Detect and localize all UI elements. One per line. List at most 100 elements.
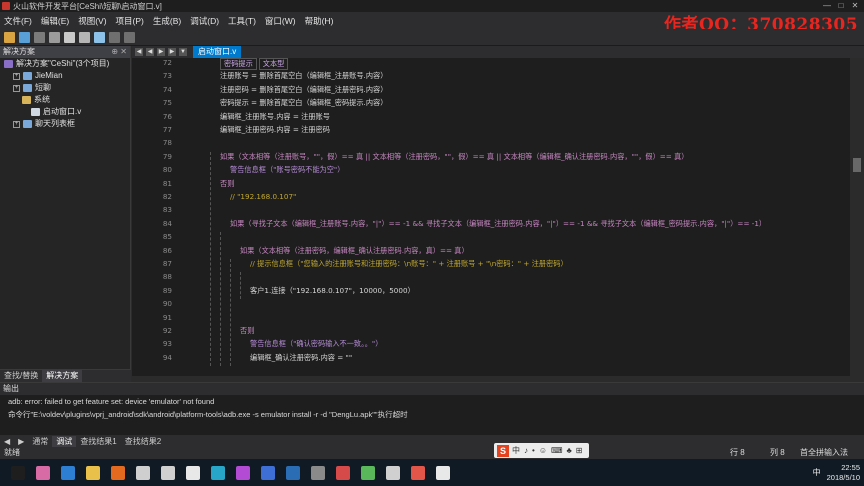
ime-item[interactable]: • xyxy=(532,446,535,455)
code-text: 警告信息框（"账号密码不能为空"） xyxy=(230,165,345,175)
tree-item[interactable]: + 聊天列表框 xyxy=(0,118,130,130)
redo-icon[interactable] xyxy=(124,31,135,43)
nav-last-icon[interactable]: ▶ xyxy=(168,48,176,56)
tree-item[interactable]: 启动窗口.v xyxy=(0,106,130,118)
tab-startup-window[interactable]: 启动窗口.v xyxy=(193,46,242,58)
panel-pin-icon[interactable]: ⊕ ✕ xyxy=(111,46,130,58)
code-line: 81 否则 xyxy=(132,179,850,192)
taskbar-icons xyxy=(0,465,450,480)
menu-window[interactable]: 窗口(W) xyxy=(265,15,296,27)
explorer-icon[interactable] xyxy=(86,465,100,480)
tree-item[interactable]: 解决方案"CeShi"(3个项目) xyxy=(0,58,130,70)
window-icon[interactable] xyxy=(136,465,150,480)
copy-icon[interactable] xyxy=(79,31,90,43)
ime-item[interactable]: ⌨ xyxy=(551,446,563,455)
expand-icon[interactable]: + xyxy=(13,72,20,80)
calculator-icon-2[interactable] xyxy=(186,465,200,480)
line-number: 90 xyxy=(162,299,172,309)
var-table-cell[interactable]: 文本型 xyxy=(258,58,289,70)
tab-find-results-1[interactable]: 查找结果1 xyxy=(76,436,120,447)
tab-find-results-2[interactable]: 查找结果2 xyxy=(121,436,165,447)
var-table-cell[interactable]: 密码提示 xyxy=(220,58,257,70)
menu-file[interactable]: 文件(F) xyxy=(4,15,32,27)
code-line: 91 xyxy=(132,313,850,326)
volcano-icon-2[interactable] xyxy=(411,465,425,480)
menu-view[interactable]: 视图(V) xyxy=(78,15,106,27)
code-editor[interactable]: 72 密码提示 文本型 73 注册账号 = 删除首尾空白（编辑框_注册账号.内容） 74 注… xyxy=(132,58,850,382)
scroll-thumb[interactable] xyxy=(853,158,861,172)
menu-tools[interactable]: 工具(T) xyxy=(228,15,256,27)
nav-prev-icon[interactable]: ◀ xyxy=(0,437,14,446)
tray-language[interactable]: 中 xyxy=(813,467,821,478)
calculator-icon[interactable] xyxy=(161,465,175,480)
qq-icon[interactable] xyxy=(211,465,225,480)
line-number: 72 xyxy=(162,58,172,67)
nav-next-icon[interactable]: ▶ xyxy=(157,48,165,56)
solution-tree: 解决方案"CeShi"(3个项目) + JieMian + 短聊 系统 启动窗口.v + 聊天列… xyxy=(0,58,130,130)
open-icon[interactable] xyxy=(19,31,30,43)
line-number: 83 xyxy=(162,205,172,215)
capture-icon[interactable] xyxy=(386,465,400,480)
tree-item[interactable]: + JieMian xyxy=(0,70,130,82)
line-number: 79 xyxy=(162,151,172,161)
tab-list-icon[interactable]: ▼ xyxy=(179,48,187,56)
undo-icon[interactable] xyxy=(109,31,120,43)
nav-next-icon[interactable]: ▶ xyxy=(14,437,28,446)
chat-icon[interactable] xyxy=(361,465,375,480)
solution-icon xyxy=(4,60,13,68)
expand-icon[interactable]: + xyxy=(13,84,20,92)
volcano-icon[interactable] xyxy=(336,465,350,480)
tab-find-replace[interactable]: 查找/替换 xyxy=(0,370,42,382)
ime-item[interactable]: ⊞ xyxy=(576,446,583,455)
tab-debug[interactable]: 调试 xyxy=(52,435,77,447)
project-icon xyxy=(23,84,32,92)
new-file-icon[interactable] xyxy=(4,31,15,43)
line-number: 77 xyxy=(162,125,172,134)
menu-project[interactable]: 项目(P) xyxy=(116,15,144,27)
nav-prev-icon[interactable]: ◀ xyxy=(146,48,154,56)
sogou-logo-icon: S xyxy=(497,444,509,457)
edge-icon[interactable] xyxy=(61,465,75,480)
ime-toolbar[interactable]: S 中 ♪ • ☺ ⌨ ♣ ⊞ xyxy=(494,443,590,458)
firefox-icon[interactable] xyxy=(111,465,125,480)
line-number: 88 xyxy=(162,272,172,282)
menu-help[interactable]: 帮助(H) xyxy=(305,15,334,27)
tray-clock[interactable]: 22:55 2018/5/10 xyxy=(827,463,860,483)
code-line: 86 如果（文本相等（注册密码，编辑框_确认注册密码.内容，真）== 真） xyxy=(132,246,850,259)
menu-debug[interactable]: 调试(D) xyxy=(190,15,219,27)
notepad-icon[interactable] xyxy=(261,465,275,480)
line-number: 75 xyxy=(162,98,172,108)
cmd-icon[interactable] xyxy=(311,465,325,480)
editor-tab-strip: ◀ ◀ ▶ ▶ ▼ 启动窗口.v xyxy=(132,46,864,58)
terminal-icon[interactable] xyxy=(286,465,300,480)
line-number: 82 xyxy=(162,192,172,201)
app-logo-icon xyxy=(2,2,10,10)
expand-icon[interactable]: + xyxy=(13,120,20,128)
bottom-tab-strip: ◀ ▶ 通常 调试 查找结果1 查找结果2 xyxy=(0,435,864,447)
code-line: 94 编辑框_确认注册密码.内容 = "" xyxy=(132,353,850,366)
tab-general[interactable]: 通常 xyxy=(28,436,52,447)
ime-item[interactable]: ♪ xyxy=(524,446,528,455)
menu-build[interactable]: 生成(B) xyxy=(153,15,181,27)
ime-item[interactable]: ♣ xyxy=(567,446,572,455)
tree-item[interactable]: 系统 xyxy=(0,94,130,106)
cut-icon[interactable] xyxy=(64,31,75,43)
save-icon[interactable] xyxy=(34,31,45,43)
vertical-scrollbar[interactable] xyxy=(850,58,864,382)
wave-icon[interactable] xyxy=(236,465,250,480)
ime-item[interactable]: 中 xyxy=(512,445,520,456)
tree-item[interactable]: + 短聊 xyxy=(0,82,130,94)
app-icon[interactable] xyxy=(436,465,450,480)
start-button[interactable] xyxy=(11,465,25,480)
menu-edit[interactable]: 编辑(E) xyxy=(41,15,69,27)
code-text: // 提示信息框（"您输入的注册账号和注册密码：\n账号：" + 注册账号 + … xyxy=(250,259,568,268)
apps-icon[interactable] xyxy=(36,465,50,480)
ime-item[interactable]: ☺ xyxy=(539,446,547,455)
save-all-icon[interactable] xyxy=(49,31,60,43)
indent-guide xyxy=(230,259,231,367)
tab-solution[interactable]: 解决方案 xyxy=(42,370,83,382)
paste-icon[interactable] xyxy=(94,31,105,43)
tree-item-label: 解决方案"CeShi"(3个项目) xyxy=(16,59,110,68)
nav-first-icon[interactable]: ◀ xyxy=(135,48,143,56)
line-number: 74 xyxy=(162,84,172,94)
